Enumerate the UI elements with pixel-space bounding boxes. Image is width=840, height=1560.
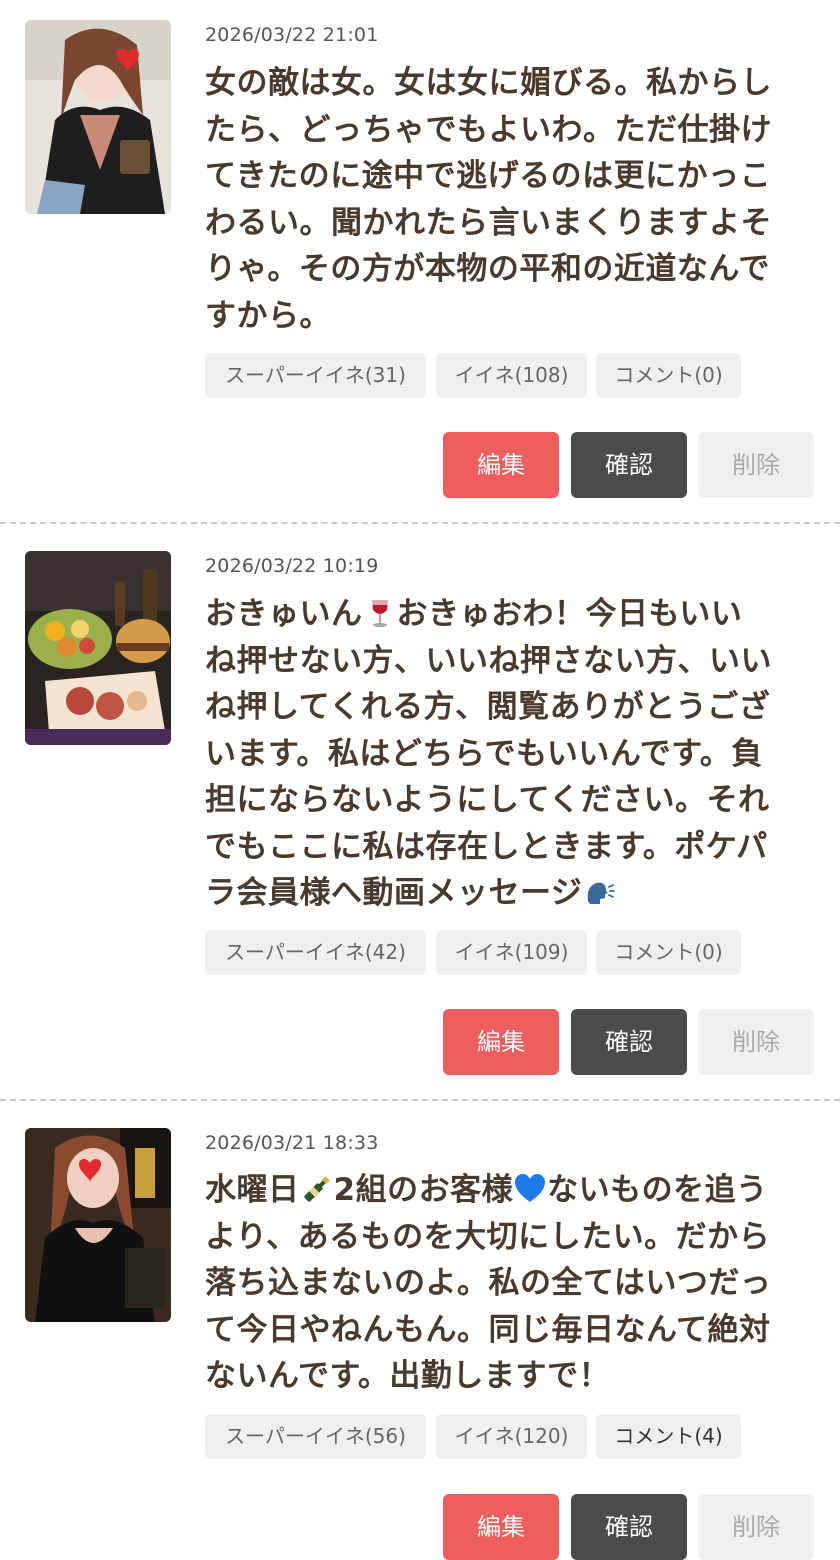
super-like-button[interactable]: スーパーイイネ(42)	[205, 930, 426, 975]
post-divider	[0, 522, 840, 524]
post-divider	[0, 1099, 840, 1101]
post-thumbnail[interactable]	[25, 1128, 171, 1322]
confirm-button[interactable]: 確認	[571, 1009, 687, 1075]
post-body-text: ないものを追う	[547, 1172, 768, 1208]
post-thumbnail[interactable]	[25, 20, 171, 214]
post-body: 女の敵は女。女は女に媚びる。私からし たら、どっちゃでもよいわ。ただ仕掛け てき…	[205, 60, 817, 339]
photo-woman-black-dress	[25, 1128, 171, 1322]
delete-button[interactable]: 削除	[698, 432, 814, 498]
post-body-line: てきたのに途中で逃げるのは更にかっこ	[205, 158, 772, 194]
post-body-text: ラ会員様へ動画メッセージ	[205, 875, 583, 911]
post-date: 2026/03/21 18:33	[205, 1132, 379, 1154]
post-body-line: 女の敵は女。女は女に媚びる。私からし	[205, 65, 772, 101]
post-body-line: ね押してくれる方、閲覧ありがとうござ	[205, 689, 771, 725]
post-body-line: ね押せない方、いいね押さない方、いい	[205, 642, 772, 679]
edit-button[interactable]: 編集	[443, 1009, 559, 1075]
edit-button[interactable]: 編集	[443, 432, 559, 498]
post-body-text: おきゅおわ！今日もいい	[396, 596, 743, 632]
post-body-line: より、あるものを大切にしたい。だから	[205, 1218, 771, 1255]
post-body-line: でもここに私は存在しときます。ポケパ	[205, 828, 768, 865]
post-body-line: 水曜日 2組のお客様 ないものを追う	[205, 1167, 817, 1214]
post-body-line: わるい。聞かれたら言いまくりますよそ	[205, 204, 772, 241]
confirm-button[interactable]: 確認	[571, 432, 687, 498]
photo-woman-leather-jacket	[25, 20, 171, 214]
super-like-button[interactable]: スーパーイイネ(56)	[205, 1414, 426, 1459]
post-thumbnail[interactable]	[25, 551, 171, 745]
post-body: 水曜日 2組のお客様 ないものを追う より、あるものを大切にしたい。だから 落ち…	[205, 1167, 817, 1400]
super-like-button[interactable]: スーパーイイネ(31)	[205, 353, 426, 398]
like-button[interactable]: イイネ(108)	[436, 353, 587, 398]
post-date: 2026/03/22 21:01	[205, 24, 379, 46]
like-button[interactable]: イイネ(109)	[436, 930, 587, 975]
post-date: 2026/03/22 10:19	[205, 555, 379, 577]
blue-heart-icon	[515, 1173, 546, 1202]
post-body-line: ないんです。出勤しますで！	[205, 1358, 611, 1394]
post-body-line: りゃ。その方が本物の平和の近道なんで	[205, 251, 770, 287]
post-body-line: たら、どっちゃでもよいわ。ただ仕掛け	[205, 111, 772, 148]
post-body-line: います。私はどちらでもいいんです。負	[205, 735, 763, 772]
post-body-line: おきゅいん おきゅおわ！今日もいい	[205, 591, 817, 638]
delete-button[interactable]: 削除	[698, 1494, 814, 1560]
post-body-line: て今日やねんもん。同じ毎日なんて絶対	[205, 1311, 771, 1348]
post-body-line: ラ会員様へ動画メッセージ	[205, 870, 817, 917]
champagne-bottle-icon	[303, 1175, 330, 1202]
post-body-text: 2組のお客様	[333, 1172, 514, 1208]
post-body: おきゅいん おきゅおわ！今日もいい ね押せない方、いいね押さない方、いい ね押し…	[205, 591, 817, 917]
confirm-button[interactable]: 確認	[571, 1494, 687, 1560]
comment-button[interactable]: コメント(4)	[596, 1414, 741, 1459]
post-body-text: 水曜日	[205, 1172, 300, 1208]
post-body-text: おきゅいん	[205, 596, 363, 632]
like-button[interactable]: イイネ(120)	[436, 1414, 587, 1459]
speaking-head-icon	[588, 882, 616, 904]
edit-button[interactable]: 編集	[443, 1494, 559, 1560]
post-body-line: 担にならないようにしてください。それ	[205, 782, 770, 818]
wine-glass-icon	[371, 599, 388, 627]
photo-food-platter	[25, 551, 171, 745]
delete-button[interactable]: 削除	[698, 1009, 814, 1075]
post-body-line: 落ち込まないのよ。私の全てはいつだっ	[205, 1265, 772, 1301]
comment-button[interactable]: コメント(0)	[596, 930, 741, 975]
post-body-line: すから。	[205, 297, 331, 334]
comment-button[interactable]: コメント(0)	[596, 353, 741, 398]
